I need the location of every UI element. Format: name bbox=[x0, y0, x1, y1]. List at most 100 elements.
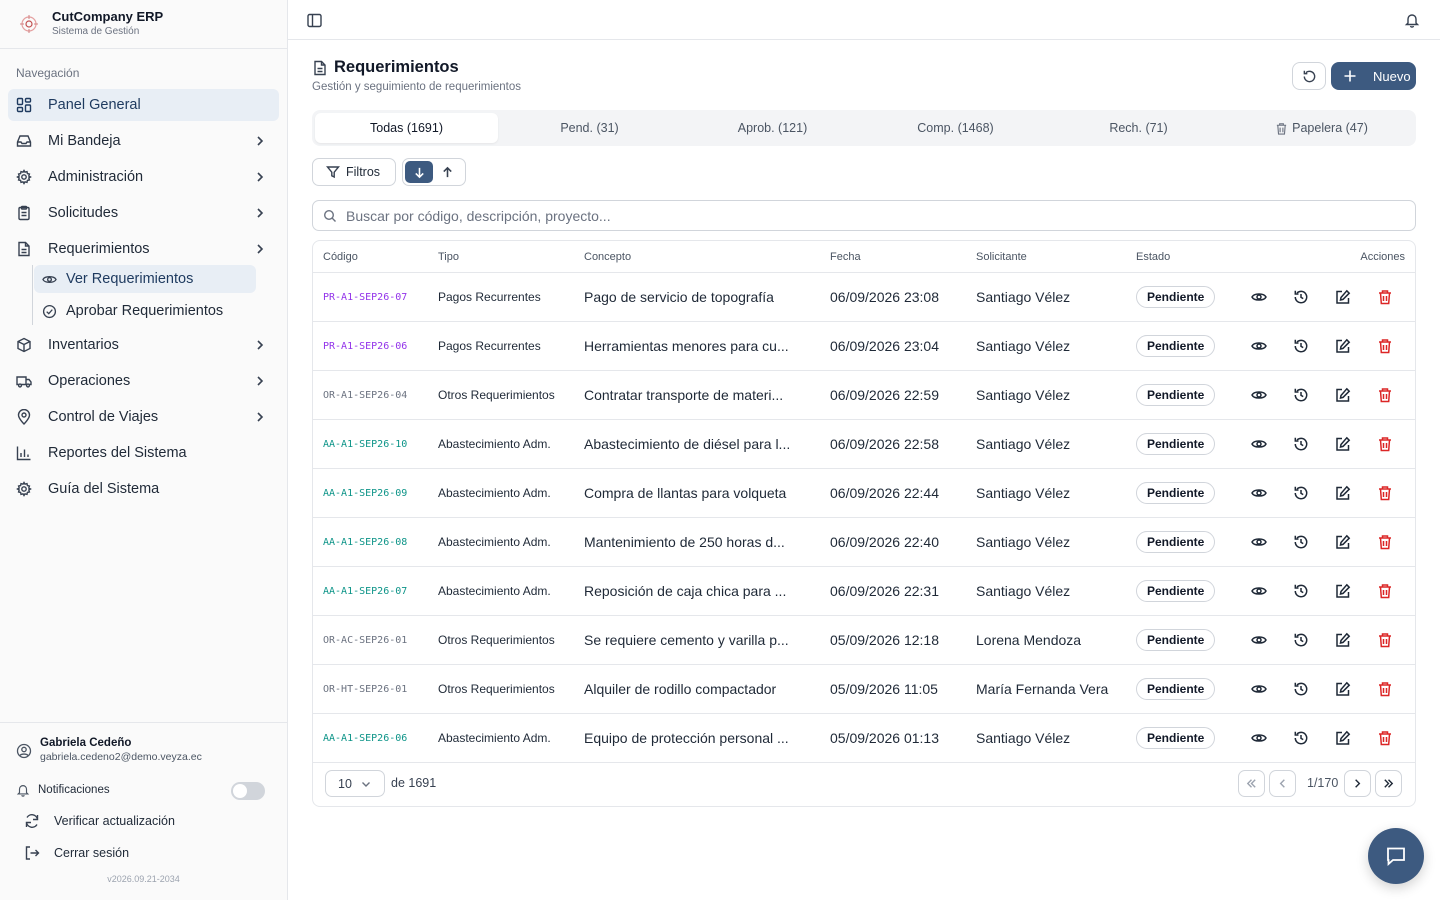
cell-code[interactable]: PR-A1-SEP26-06 bbox=[323, 341, 407, 352]
view-button[interactable] bbox=[1251, 681, 1267, 697]
brand[interactable]: CutCompany ERP Sistema de Gestión bbox=[0, 0, 287, 49]
delete-button[interactable] bbox=[1377, 583, 1393, 599]
tab-aprobados[interactable]: Aprob. (121) bbox=[681, 113, 864, 143]
edit-button[interactable] bbox=[1335, 681, 1351, 697]
edit-button[interactable] bbox=[1335, 436, 1351, 452]
cell-code[interactable]: AA-A1-SEP26-06 bbox=[323, 733, 407, 744]
sidebar-item-control-de-viajes[interactable]: Control de Viajes bbox=[8, 401, 279, 433]
sidebar-item-operaciones[interactable]: Operaciones bbox=[8, 365, 279, 397]
delete-button[interactable] bbox=[1377, 338, 1393, 354]
history-button[interactable] bbox=[1293, 730, 1309, 746]
cell-code[interactable]: AA-A1-SEP26-08 bbox=[323, 537, 407, 548]
sidebar-item-inventarios[interactable]: Inventarios bbox=[8, 329, 279, 361]
table-row[interactable]: PR-A1-SEP26-07 Pagos Recurrentes Pago de s… bbox=[313, 273, 1415, 322]
new-button[interactable]: Nuevo bbox=[1331, 62, 1416, 90]
cell-code[interactable]: AA-A1-SEP26-07 bbox=[323, 586, 407, 597]
sidebar-item-mi-bandeja[interactable]: Mi Bandeja bbox=[8, 125, 279, 157]
delete-button[interactable] bbox=[1377, 730, 1393, 746]
history-button[interactable] bbox=[1293, 289, 1309, 305]
history-button[interactable] bbox=[1293, 338, 1309, 354]
sort-desc-button[interactable] bbox=[405, 161, 433, 183]
edit-button[interactable] bbox=[1335, 338, 1351, 354]
tab-rechazados[interactable]: Rech. (71) bbox=[1047, 113, 1230, 143]
table-row[interactable]: AA-A1-SEP26-07 Abastecimiento Adm. Reposic… bbox=[313, 567, 1415, 616]
history-button[interactable] bbox=[1293, 632, 1309, 648]
sidebar-item-panel-general[interactable]: Panel General bbox=[8, 89, 279, 121]
delete-button[interactable] bbox=[1377, 485, 1393, 501]
delete-button[interactable] bbox=[1377, 681, 1393, 697]
view-button[interactable] bbox=[1251, 289, 1267, 305]
cell-code[interactable]: OR-HT-SEP26-01 bbox=[323, 684, 407, 695]
view-button[interactable] bbox=[1251, 338, 1267, 354]
sidebar-item-requerimientos[interactable]: Requerimientos bbox=[8, 233, 279, 265]
sidebar-item-administracion[interactable]: Administración bbox=[8, 161, 279, 193]
history-button[interactable] bbox=[1293, 436, 1309, 452]
delete-button[interactable] bbox=[1377, 289, 1393, 305]
view-button[interactable] bbox=[1251, 485, 1267, 501]
edit-button[interactable] bbox=[1335, 632, 1351, 648]
table-row[interactable]: OR-A1-SEP26-04 Otros Requerimientos Contra… bbox=[313, 371, 1415, 420]
chat-button[interactable] bbox=[1368, 828, 1424, 884]
filters-button[interactable]: Filtros bbox=[312, 158, 396, 186]
edit-button[interactable] bbox=[1335, 387, 1351, 403]
table-row[interactable]: AA-A1-SEP26-08 Abastecimiento Adm. Manteni… bbox=[313, 518, 1415, 567]
table-row[interactable]: AA-A1-SEP26-06 Abastecimiento Adm. Equipo … bbox=[313, 714, 1415, 763]
sidebar-item-aprobar-requerimientos[interactable]: Aprobar Requerimientos bbox=[34, 297, 256, 325]
view-button[interactable] bbox=[1251, 583, 1267, 599]
history-button[interactable] bbox=[1293, 534, 1309, 550]
sort-asc-button[interactable] bbox=[433, 161, 461, 183]
edit-button[interactable] bbox=[1335, 289, 1351, 305]
col-header-requester[interactable]: Solicitante bbox=[976, 251, 1027, 263]
sidebar-toggle-icon[interactable] bbox=[307, 13, 322, 28]
col-header-status[interactable]: Estado bbox=[1136, 251, 1170, 263]
table-row[interactable]: PR-A1-SEP26-06 Pagos Recurrentes Herramien… bbox=[313, 322, 1415, 371]
table-row[interactable]: AA-A1-SEP26-09 Abastecimiento Adm. Compra … bbox=[313, 469, 1415, 518]
page-size-select[interactable]: 10 bbox=[325, 770, 385, 797]
sidebar-item-ver-requerimientos[interactable]: Ver Requerimientos bbox=[34, 265, 256, 293]
table-row[interactable]: OR-HT-SEP26-01 Otros Requerimientos Alquil… bbox=[313, 665, 1415, 714]
history-button[interactable] bbox=[1293, 485, 1309, 501]
col-header-concept[interactable]: Concepto bbox=[584, 251, 806, 263]
history-button[interactable] bbox=[1293, 387, 1309, 403]
cell-code[interactable]: AA-A1-SEP26-09 bbox=[323, 488, 407, 499]
prev-page-button[interactable] bbox=[1269, 770, 1296, 797]
col-header-type[interactable]: Tipo bbox=[438, 251, 459, 263]
col-header-code[interactable]: Código bbox=[323, 251, 358, 263]
notifications-toggle[interactable] bbox=[231, 782, 265, 800]
delete-button[interactable] bbox=[1377, 632, 1393, 648]
first-page-button[interactable] bbox=[1238, 770, 1265, 797]
sidebar-item-solicitudes[interactable]: Solicitudes bbox=[8, 197, 279, 229]
table-row[interactable]: AA-A1-SEP26-10 Abastecimiento Adm. Abastec… bbox=[313, 420, 1415, 469]
view-button[interactable] bbox=[1251, 436, 1267, 452]
refresh-button[interactable] bbox=[1292, 62, 1326, 90]
view-button[interactable] bbox=[1251, 387, 1267, 403]
col-header-date[interactable]: Fecha bbox=[830, 251, 861, 263]
edit-button[interactable] bbox=[1335, 730, 1351, 746]
table-row[interactable]: OR-AC-SEP26-01 Otros Requerimientos Se req… bbox=[313, 616, 1415, 665]
next-page-button[interactable] bbox=[1344, 770, 1371, 797]
check-update-button[interactable]: Verificar actualización bbox=[0, 805, 287, 837]
edit-button[interactable] bbox=[1335, 534, 1351, 550]
edit-button[interactable] bbox=[1335, 583, 1351, 599]
view-button[interactable] bbox=[1251, 730, 1267, 746]
bell-icon[interactable] bbox=[1404, 12, 1420, 28]
history-button[interactable] bbox=[1293, 583, 1309, 599]
delete-button[interactable] bbox=[1377, 436, 1393, 452]
delete-button[interactable] bbox=[1377, 534, 1393, 550]
tab-todas[interactable]: Todas (1691) bbox=[315, 113, 498, 143]
view-button[interactable] bbox=[1251, 632, 1267, 648]
last-page-button[interactable] bbox=[1375, 770, 1402, 797]
view-button[interactable] bbox=[1251, 534, 1267, 550]
tab-papelera[interactable]: Papelera (47) bbox=[1230, 113, 1413, 143]
sidebar-item-reportes-del-sistema[interactable]: Reportes del Sistema bbox=[8, 437, 279, 469]
cell-code[interactable]: PR-A1-SEP26-07 bbox=[323, 292, 407, 303]
user-profile[interactable]: Gabriela Cedeño gabriela.cedeno2@demo.ve… bbox=[0, 723, 287, 775]
cell-code[interactable]: AA-A1-SEP26-10 bbox=[323, 439, 407, 450]
logout-button[interactable]: Cerrar sesión bbox=[0, 837, 287, 869]
cell-code[interactable]: OR-AC-SEP26-01 bbox=[323, 635, 407, 646]
sidebar-item-guia-del-sistema[interactable]: Guía del Sistema bbox=[8, 473, 279, 505]
delete-button[interactable] bbox=[1377, 387, 1393, 403]
edit-button[interactable] bbox=[1335, 485, 1351, 501]
history-button[interactable] bbox=[1293, 681, 1309, 697]
cell-code[interactable]: OR-A1-SEP26-04 bbox=[323, 390, 407, 401]
